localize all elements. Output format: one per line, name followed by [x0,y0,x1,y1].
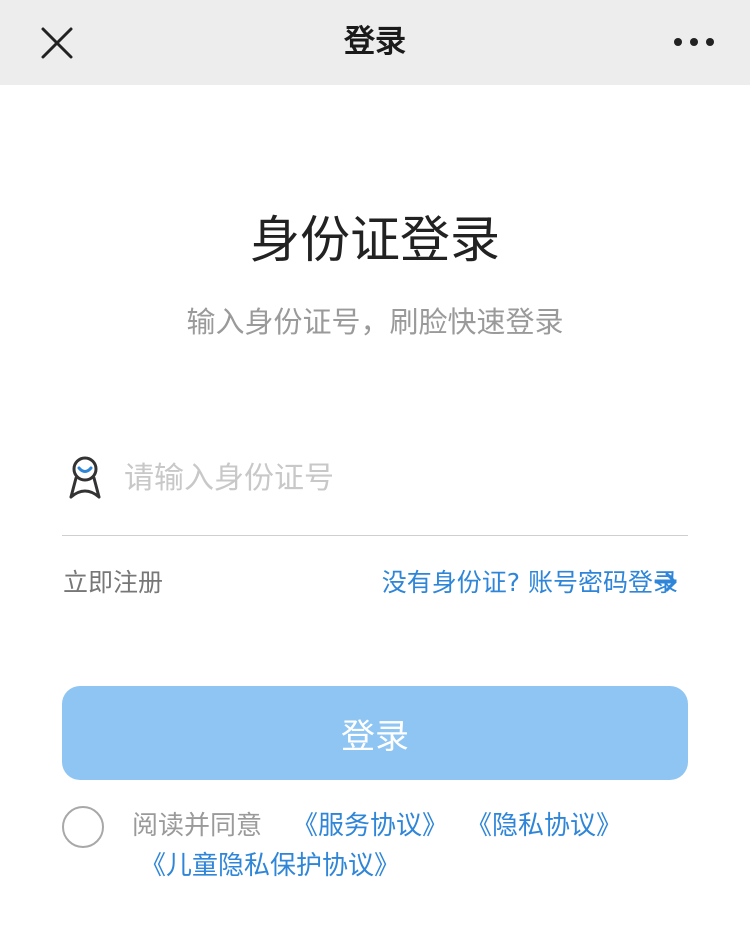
person-icon [66,455,104,501]
nav-title: 登录 [344,24,406,60]
agreement-prefix-text: 阅读并同意 [132,811,263,841]
privacy-agreement-link[interactable]: 《隐私协议》 [466,808,622,844]
service-agreement-link[interactable]: 《服务协议》 [292,808,448,844]
child-privacy-agreement-link[interactable]: 《儿童隐私保护协议》 [140,848,400,884]
register-link[interactable]: 立即注册 [63,564,163,602]
arrow-right-icon[interactable] [653,569,679,595]
agreement-checkbox[interactable] [62,806,104,848]
page-subtitle: 输入身份证号，刷脸快速登录 [186,305,564,339]
nav-bar: 登录 [0,0,750,85]
more-button[interactable] [670,32,718,52]
page-title: 身份证登录 [250,211,500,269]
login-button[interactable]: 登录 [62,686,688,780]
password-login-link[interactable]: 没有身份证? 账号密码登录 [382,564,678,602]
id-number-field [62,440,688,536]
id-number-input[interactable] [124,456,664,500]
more-horizontal-icon [674,38,714,46]
